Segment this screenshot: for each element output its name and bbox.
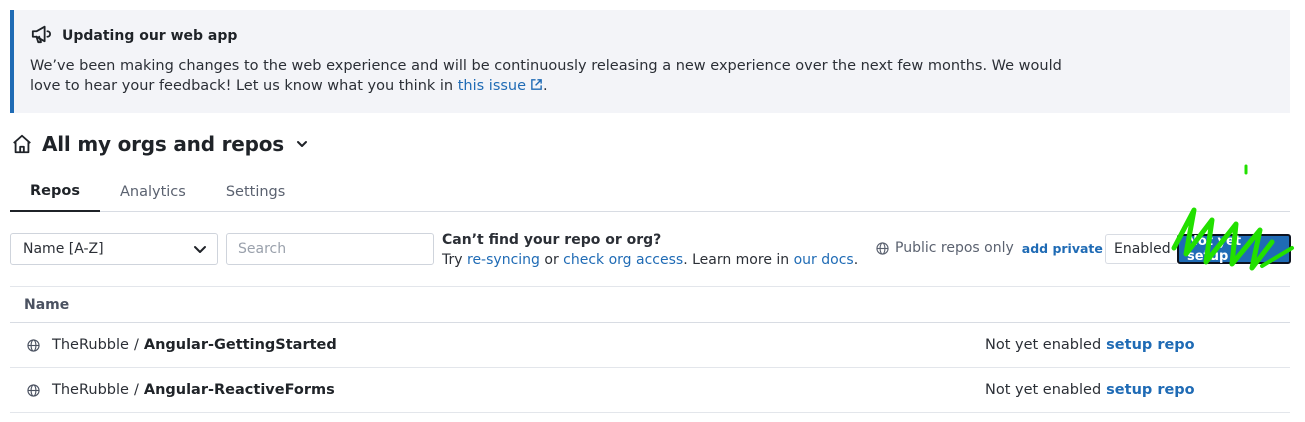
docs-link[interactable]: our docs	[794, 252, 854, 268]
globe-icon	[27, 383, 40, 397]
filter-enabled-button[interactable]: Enabled	[1105, 234, 1177, 264]
repo-separator: /	[133, 382, 139, 398]
banner-title: Updating our web app	[62, 28, 238, 44]
repo-table: Name TheRubble / Angular-GettingStarted …	[10, 286, 1290, 413]
tab-bar: Repos Analytics Settings	[10, 172, 1290, 212]
end-text: .	[853, 252, 859, 268]
globe-icon	[27, 338, 40, 352]
org-selector[interactable]: All my orgs and repos	[11, 130, 309, 158]
chevron-down-icon	[194, 246, 206, 253]
status-filter-toggle: Enabled Not yet setup	[1105, 234, 1291, 264]
repo-name: Angular-ReactiveForms	[143, 382, 335, 398]
learn-text: . Learn more in	[683, 252, 794, 268]
page-title: All my orgs and repos	[42, 132, 284, 156]
cant-find-line: Try re-syncing or check org access. Lear…	[442, 250, 858, 270]
public-only-label: Public repos only	[895, 240, 1014, 256]
tab-settings[interactable]: Settings	[206, 172, 305, 212]
tab-repos[interactable]: Repos	[10, 172, 100, 212]
sort-value: Name [A-Z]	[23, 241, 104, 257]
table-row: TheRubble / Angular-GettingStarted Not y…	[10, 323, 1290, 368]
or-text: or	[539, 252, 564, 268]
repo-name: Angular-GettingStarted	[143, 337, 337, 353]
this-issue-link[interactable]: this issue	[458, 78, 543, 94]
banner-message: We’ve been making changes to the web exp…	[30, 56, 1090, 96]
table-header: Name	[10, 286, 1290, 323]
filter-enabled-label: Enabled	[1114, 241, 1171, 257]
repo-status-text: Not yet enabled	[985, 382, 1102, 398]
check-org-access-link[interactable]: check org access	[563, 252, 683, 268]
search-input[interactable]	[226, 233, 434, 265]
tab-settings-label: Settings	[225, 184, 286, 200]
this-issue-link-label: this issue	[457, 78, 527, 94]
resync-link[interactable]: re-syncing	[467, 252, 540, 268]
chevron-down-icon	[296, 141, 307, 147]
table-row: TheRubble / Angular-ReactiveForms Not ye…	[10, 368, 1290, 413]
filter-not-setup-button[interactable]: Not yet setup	[1177, 234, 1291, 264]
announcement-banner: Updating our web app We’ve been making c…	[10, 10, 1290, 113]
home-icon	[13, 134, 31, 154]
globe-icon	[876, 241, 889, 255]
cant-find-title: Can’t find your repo or org?	[442, 232, 662, 248]
cant-find-help: Can’t find your repo or org? Try re-sync…	[442, 230, 858, 270]
banner-header: Updating our web app	[30, 24, 1272, 48]
repo-status-text: Not yet enabled	[985, 337, 1102, 353]
add-private-link[interactable]: add private	[1022, 241, 1103, 256]
repo-separator: /	[133, 337, 139, 353]
column-header-name: Name	[24, 296, 70, 313]
filter-not-setup-label: Not yet setup	[1187, 234, 1242, 264]
tab-repos-label: Repos	[30, 183, 80, 199]
try-text: Try	[442, 252, 467, 268]
setup-repo-link[interactable]: setup repo	[1106, 337, 1194, 353]
setup-repo-link[interactable]: setup repo	[1106, 382, 1194, 398]
repo-status: Not yet enabled setup repo	[985, 382, 1195, 398]
banner-text-after: .	[543, 78, 548, 94]
public-repos-notice: Public repos only add private	[876, 240, 1103, 256]
repo-owner: TheRubble	[52, 382, 129, 398]
megaphone-icon	[30, 24, 52, 48]
repo-owner: TheRubble	[52, 337, 129, 353]
repo-status: Not yet enabled setup repo	[985, 337, 1195, 353]
tab-analytics[interactable]: Analytics	[100, 172, 206, 212]
external-link-icon	[531, 79, 542, 90]
sort-dropdown[interactable]: Name [A-Z]	[10, 233, 218, 265]
tab-analytics-label: Analytics	[119, 184, 186, 200]
